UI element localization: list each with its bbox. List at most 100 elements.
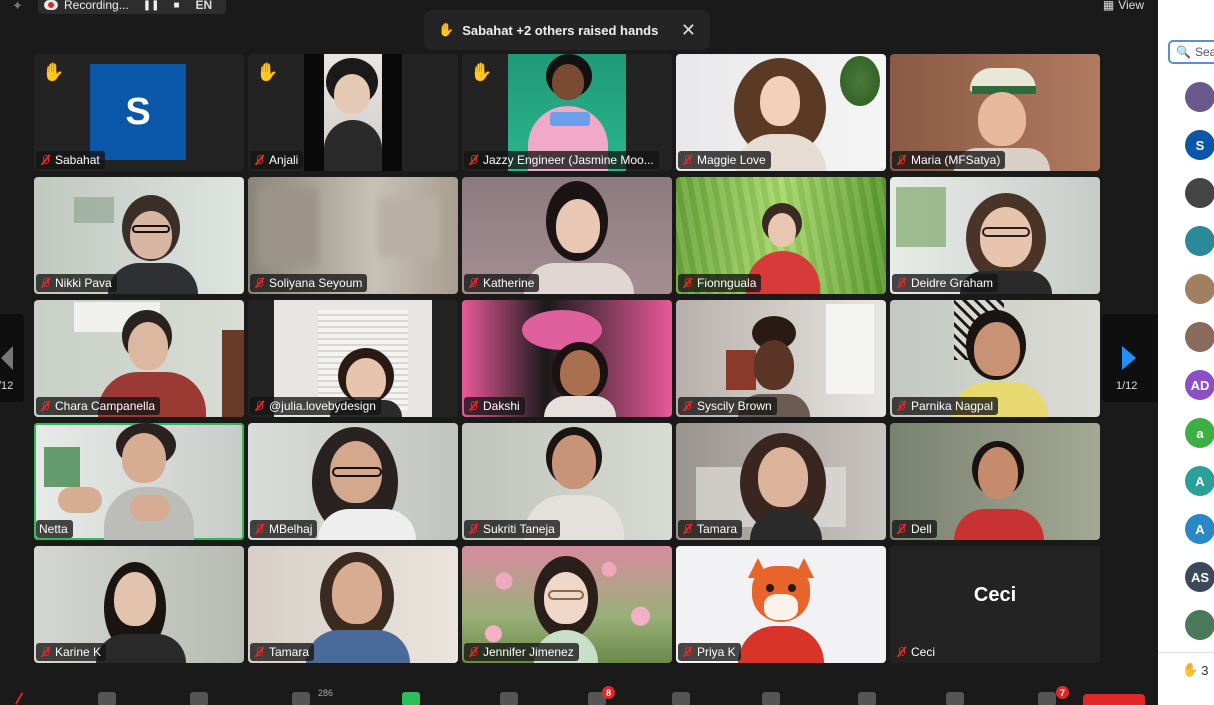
mic-muted-icon [895,523,907,535]
mic-muted-icon [253,154,265,166]
participant-tile[interactable]: Sukriti Taneja [462,423,672,540]
mic-muted-icon [895,400,907,412]
raised-hands-count[interactable]: ✋ 3 [1182,662,1208,678]
mic-muted-icon [253,523,265,535]
notes-icon[interactable] [946,692,964,705]
participant-tile[interactable]: Karine K [34,546,244,663]
mic-muted-icon [681,154,693,166]
mic-muted-icon [39,400,51,412]
mic-muted-icon [895,646,907,658]
mic-muted-icon [681,523,693,535]
participant-name: Deidre Graham [911,276,994,290]
mute-icon[interactable] [14,691,26,705]
participant-tile[interactable]: Katherine [462,177,672,294]
search-input[interactable]: 🔍 Sea [1168,40,1214,64]
participant-name: Jennifer Jimenez [483,645,574,659]
avatar[interactable]: AD [1185,370,1214,400]
raised-hands-number: 3 [1201,662,1209,678]
avatar[interactable] [1185,322,1214,352]
recording-label: Recording... [64,0,129,12]
participant-tile[interactable]: Maria (MFSatya) [890,54,1100,171]
close-icon[interactable]: ✕ [681,20,696,41]
avatar[interactable]: A [1185,514,1214,544]
panel-divider [1158,652,1214,653]
grid-view-icon: ▦ [1102,0,1115,12]
participant-tile[interactable]: Dakshi [462,300,672,417]
participant-name: Soliyana Seyoum [269,276,363,290]
participant-tile[interactable]: Nikki Pava [34,177,244,294]
raised-hand-icon: ✋ [42,62,65,82]
participant-name-tag: MBelhaj [250,520,318,538]
participant-name-tag: Ceci [892,643,940,661]
arrow-right-icon [1122,346,1136,370]
security-icon[interactable] [190,692,208,705]
participant-name: Nikki Pava [55,276,112,290]
participant-name-tag: Deidre Graham [892,274,999,292]
raised-hand-icon: ✋ [470,62,493,82]
participant-tile[interactable]: Soliyana Seyoum [248,177,458,294]
participant-tile[interactable]: Ceci Ceci [890,546,1100,663]
avatar[interactable] [1185,226,1214,256]
whiteboard-icon[interactable] [858,692,876,705]
participant-name-tag: Sukriti Taneja [464,520,560,538]
next-page-button[interactable]: 1/12 [1102,314,1158,402]
participant-tile[interactable]: Maggie Love [676,54,886,171]
previous-page-button[interactable]: /12 [0,314,24,402]
pause-icon[interactable]: ❚❚ [143,0,160,11]
participant-tile[interactable]: Priya K [676,546,886,663]
participant-tile[interactable]: Fionnguala [676,177,886,294]
participant-tile[interactable]: Tamara [676,423,886,540]
participants-icon[interactable] [292,692,310,705]
gallery-grid: ✋ S Sabahat ✋ Anjali ✋ Jazzy Engineer (J… [34,54,1100,664]
share-screen-icon[interactable] [402,692,420,705]
participant-name: Syscily Brown [697,399,772,413]
video-icon[interactable] [98,692,116,705]
stop-icon[interactable]: ■ [173,0,179,11]
participant-tile[interactable]: Tamara [248,546,458,663]
participant-tile[interactable]: @julia.lovebydesign [248,300,458,417]
reactions-icon[interactable] [672,692,690,705]
participant-tile[interactable]: ✋ Anjali [248,54,458,171]
participant-name: Tamara [269,645,310,659]
end-meeting-button[interactable] [1083,694,1145,705]
arrow-left-icon [1,346,13,370]
participant-tile[interactable]: ✋ S Sabahat [34,54,244,171]
participant-name-tag: @julia.lovebydesign [250,397,381,415]
participants-count: 286 [318,688,334,698]
sparkle-icon[interactable]: ✦ [12,0,23,14]
mic-muted-icon [253,277,265,289]
avatar[interactable] [1185,610,1214,640]
more-icon[interactable] [1038,692,1056,705]
avatar[interactable] [1185,274,1214,304]
apps-icon[interactable] [762,692,780,705]
participant-tile[interactable]: Dell [890,423,1100,540]
participant-name-tag: Maria (MFSatya) [892,151,1006,169]
avatar[interactable]: AS [1185,562,1214,592]
participant-name-tag: Katherine [464,274,540,292]
view-button[interactable]: ▦ View [1103,0,1144,12]
ai-companion-icon[interactable] [500,692,518,705]
avatar[interactable] [1185,178,1214,208]
avatar: S [90,64,186,160]
participant-tile[interactable]: Parnika Nagpal [890,300,1100,417]
mic-muted-icon [39,277,51,289]
participant-tile[interactable]: Syscily Brown [676,300,886,417]
participant-tile[interactable]: MBelhaj [248,423,458,540]
avatar[interactable] [1185,82,1214,112]
participant-name: MBelhaj [269,522,313,536]
participant-tile[interactable]: Deidre Graham [890,177,1100,294]
participant-name-tag: Jennifer Jimenez [464,643,579,661]
participant-tile[interactable]: ✋ Jazzy Engineer (Jasmine Moo... [462,54,672,171]
participant-tile[interactable]: Jennifer Jimenez [462,546,672,663]
participant-tile-active-speaker[interactable]: Netta [34,423,244,540]
participant-name: @julia.lovebydesign [269,399,376,413]
participant-name-tag: Karine K [36,643,107,661]
avatar[interactable]: A [1185,466,1214,496]
avatar[interactable]: S [1185,130,1214,160]
participant-name: Karine K [55,645,102,659]
language-button[interactable]: EN [196,0,213,12]
recording-indicator: Recording... ❚❚ ■ EN [38,0,226,14]
avatar[interactable]: a [1185,418,1214,448]
participant-tile[interactable]: Chara Campanella [34,300,244,417]
page-indicator-left: /12 [0,380,14,392]
